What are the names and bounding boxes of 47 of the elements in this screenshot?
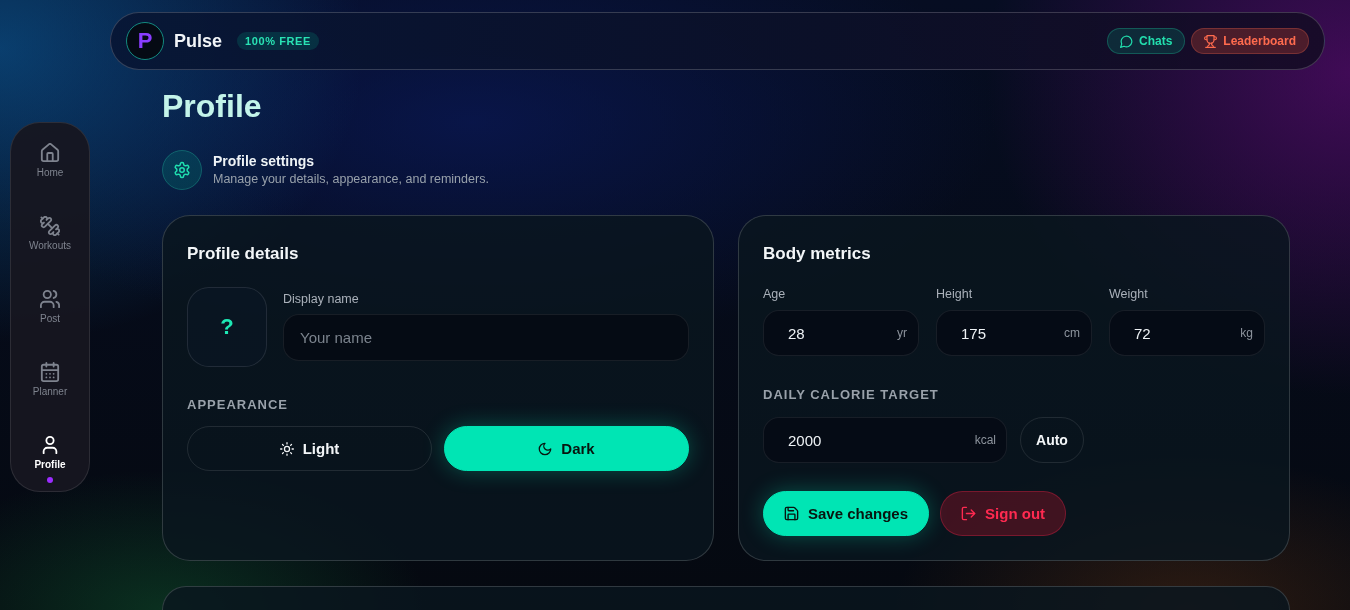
section-subtitle: Manage your details, appearance, and reminders.: [213, 171, 489, 188]
unit-label: kg: [1240, 326, 1253, 340]
chat-bubble-icon: [1119, 34, 1133, 48]
field-label: Age: [763, 287, 786, 302]
chats-button[interactable]: Chats: [1106, 28, 1186, 54]
field-label: Weight: [1109, 287, 1148, 302]
nav-label: Planner: [32, 386, 68, 398]
calorie-target-label: DAILY CALORIE TARGET: [763, 388, 939, 402]
leaderboard-button[interactable]: Leaderboard: [1191, 28, 1309, 54]
section-title: Profile settings: [213, 152, 315, 170]
dark-theme-button[interactable]: Dark: [444, 426, 689, 471]
nav-label: Home: [36, 167, 64, 179]
card-title: Profile details: [187, 243, 299, 265]
display-name-input[interactable]: Your name: [283, 314, 689, 361]
field-label: Height: [936, 287, 973, 302]
sun-icon: [279, 441, 294, 456]
gear-icon: [162, 150, 202, 190]
nav-label: Post: [40, 313, 60, 325]
appearance-label: APPEARANCE: [187, 398, 288, 412]
unit-label: cm: [1064, 326, 1080, 340]
moon-icon: [538, 441, 553, 456]
unit-label: yr: [897, 326, 907, 340]
nav-item[interactable]: Home: [36, 143, 64, 179]
nav-item[interactable]: Profile: [34, 435, 66, 483]
house-icon: [40, 143, 60, 163]
nav-item[interactable]: Post: [40, 289, 60, 325]
brand-name: Pulse: [174, 30, 223, 52]
active-dot-icon: [47, 477, 53, 483]
avatar-placeholder[interactable]: ?: [187, 287, 267, 367]
logout-icon: [961, 506, 977, 521]
app-logo[interactable]: P: [126, 22, 164, 60]
dumbbell-icon: [40, 216, 60, 236]
save-button[interactable]: Save changes: [763, 491, 930, 536]
page-title: Profile: [162, 87, 262, 126]
free-badge: 100% FREE: [237, 32, 319, 50]
people-icon: [40, 289, 60, 309]
nav-label: Workouts: [28, 240, 72, 252]
card-title: Body metrics: [763, 243, 871, 265]
calendar-icon: [40, 362, 60, 382]
trophy-icon: [1204, 34, 1218, 48]
field-label: Display name: [283, 292, 359, 307]
sign-out-button[interactable]: Sign out: [940, 491, 1067, 536]
person-icon: [40, 435, 60, 455]
nav-item[interactable]: Planner: [32, 362, 68, 398]
nav-label: Profile: [34, 459, 66, 471]
unit-label: kcal: [974, 433, 996, 447]
nav-item[interactable]: Workouts: [28, 216, 72, 252]
